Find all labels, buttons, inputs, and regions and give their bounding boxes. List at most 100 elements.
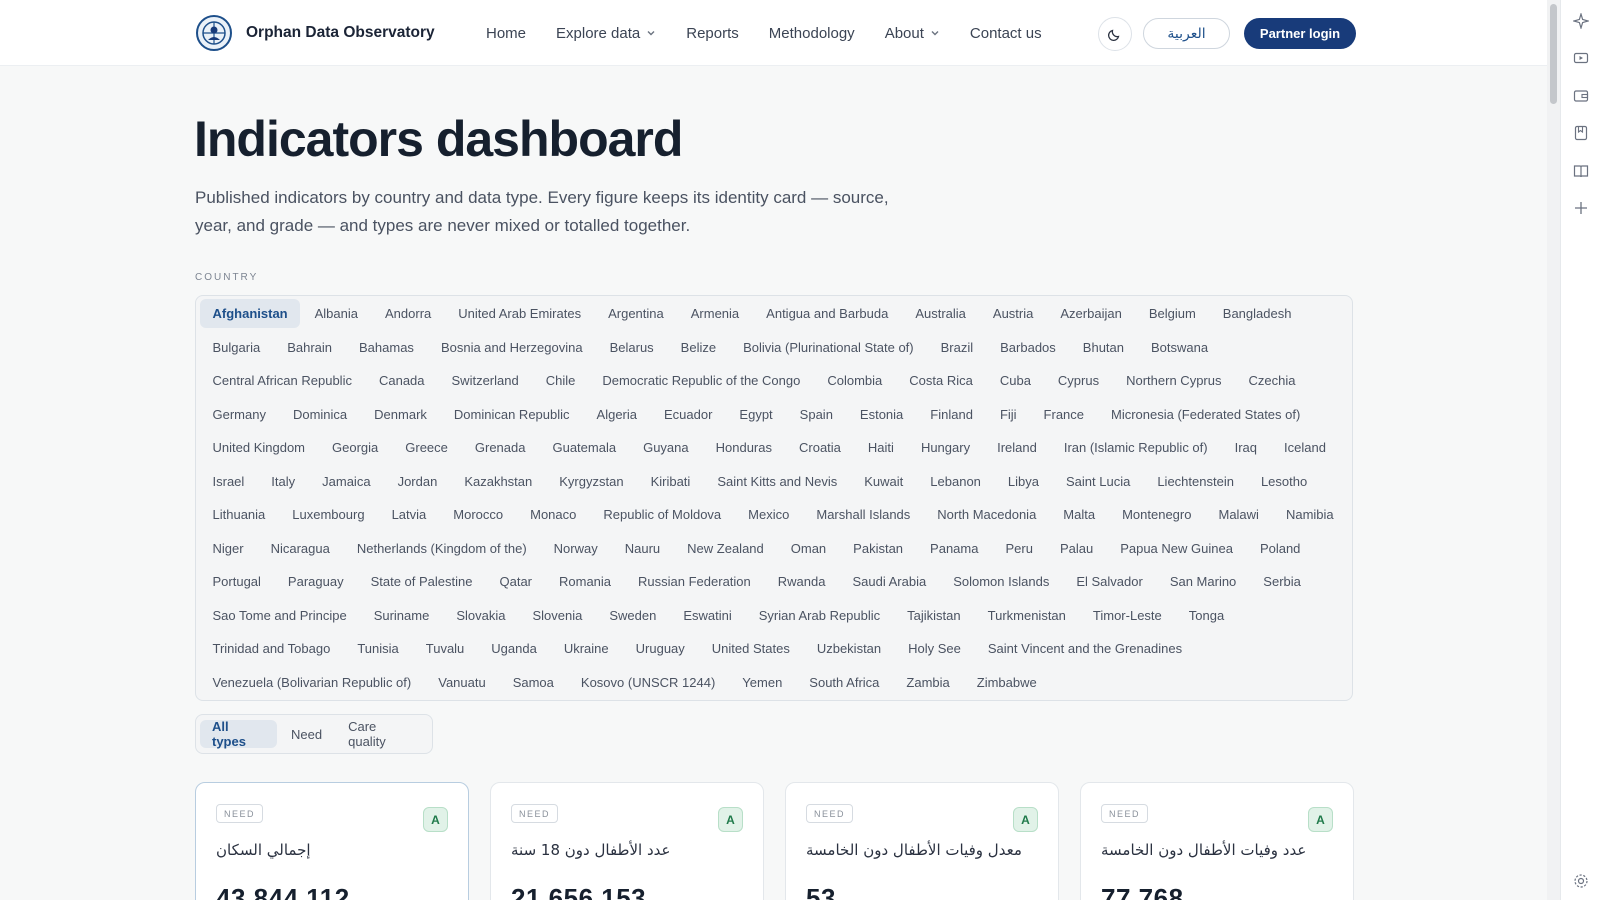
country-chip[interactable]: Panama <box>918 534 991 563</box>
country-chip[interactable]: Italy <box>259 467 308 496</box>
language-switch-button[interactable]: العربية <box>1143 18 1230 49</box>
country-chip[interactable]: Kazakhstan <box>452 467 545 496</box>
country-chip[interactable]: Bahrain <box>275 333 345 362</box>
country-chip[interactable]: Poland <box>1247 534 1312 563</box>
country-chip[interactable]: Belize <box>668 333 728 362</box>
country-chip[interactable]: Canada <box>366 366 437 395</box>
country-chip[interactable]: Yemen <box>730 668 795 697</box>
country-chip[interactable]: Zimbabwe <box>964 668 1049 697</box>
country-chip[interactable]: State of Palestine <box>358 567 485 596</box>
country-chip[interactable]: Finland <box>918 400 986 429</box>
country-chip[interactable]: Sweden <box>597 601 669 630</box>
country-chip[interactable]: Portugal <box>200 567 273 596</box>
theme-toggle-button[interactable] <box>1098 17 1132 51</box>
country-chip[interactable]: Saint Vincent and the Grenadines <box>975 634 1194 663</box>
partner-login-button[interactable]: Partner login <box>1244 18 1356 49</box>
country-chip[interactable]: Zambia <box>894 668 962 697</box>
country-chip[interactable]: Botswana <box>1139 333 1221 362</box>
country-chip[interactable]: Monaco <box>518 500 589 529</box>
country-chip[interactable]: Albania <box>302 299 370 328</box>
country-chip[interactable]: Kyrgyzstan <box>547 467 636 496</box>
country-chip[interactable]: Uganda <box>479 634 550 663</box>
country-chip[interactable]: Rwanda <box>765 567 838 596</box>
country-chip[interactable]: Lesotho <box>1248 467 1319 496</box>
country-chip[interactable]: Grenada <box>462 433 538 462</box>
country-chip[interactable]: Armenia <box>678 299 751 328</box>
wallet-icon[interactable] <box>1572 87 1590 105</box>
country-chip[interactable]: Iraq <box>1222 433 1269 462</box>
country-chip[interactable]: Belgium <box>1136 299 1208 328</box>
country-chip[interactable]: Dominica <box>280 400 359 429</box>
country-chip[interactable]: Malta <box>1051 500 1108 529</box>
country-chip[interactable]: Belarus <box>597 333 666 362</box>
country-chip[interactable]: Venezuela (Bolivarian Republic of) <box>200 668 424 697</box>
country-chip[interactable]: Israel <box>200 467 257 496</box>
country-chip[interactable]: Egypt <box>727 400 785 429</box>
country-chip[interactable]: Serbia <box>1251 567 1314 596</box>
country-chip[interactable]: Barbados <box>988 333 1069 362</box>
country-chip[interactable]: Bhutan <box>1070 333 1136 362</box>
scrollbar-thumb[interactable] <box>1550 4 1557 104</box>
country-chip[interactable]: Cuba <box>987 366 1043 395</box>
type-chip[interactable]: Care quality <box>336 719 428 749</box>
country-chip[interactable]: Bolivia (Plurinational State of) <box>731 333 927 362</box>
page-scrollbar[interactable] <box>1547 0 1560 900</box>
book-icon[interactable] <box>1572 162 1590 180</box>
nav-explore-data[interactable]: Explore data <box>556 25 656 42</box>
country-chip[interactable]: Kuwait <box>852 467 916 496</box>
country-chip[interactable]: Saudi Arabia <box>840 567 939 596</box>
sparkle-icon[interactable] <box>1572 12 1590 30</box>
country-chip[interactable]: San Marino <box>1157 567 1248 596</box>
country-chip[interactable]: Papua New Guinea <box>1108 534 1246 563</box>
country-chip[interactable]: Czechia <box>1236 366 1308 395</box>
indicator-card[interactable]: NEED A عدد وفيات الأطفال دون الخامسة 77,768 <box>1080 782 1354 900</box>
nav-contact-us[interactable]: Contact us <box>970 25 1042 42</box>
country-chip[interactable]: Algeria <box>584 400 649 429</box>
country-chip[interactable]: Antigua and Barbuda <box>754 299 901 328</box>
country-chip[interactable]: Haiti <box>855 433 906 462</box>
country-chip[interactable]: Suriname <box>361 601 442 630</box>
country-chip[interactable]: Nauru <box>612 534 672 563</box>
indicator-card[interactable]: NEED A عدد الأطفال دون 18 سنة 21,656,153 <box>490 782 764 900</box>
country-chip[interactable]: Turkmenistan <box>975 601 1078 630</box>
country-chip[interactable]: Denmark <box>362 400 440 429</box>
country-chip[interactable]: Estonia <box>847 400 915 429</box>
country-chip[interactable]: Liechtenstein <box>1145 467 1247 496</box>
country-chip[interactable]: Trinidad and Tobago <box>200 634 343 663</box>
country-chip[interactable]: Niger <box>200 534 256 563</box>
country-chip[interactable]: Pakistan <box>841 534 916 563</box>
nav-home[interactable]: Home <box>486 25 526 42</box>
gear-icon[interactable] <box>1572 872 1590 890</box>
nav-methodology[interactable]: Methodology <box>769 25 855 42</box>
country-chip[interactable]: Greece <box>393 433 461 462</box>
country-chip[interactable]: United States <box>699 634 802 663</box>
country-chip[interactable]: Palau <box>1047 534 1105 563</box>
country-chip[interactable]: Spain <box>787 400 845 429</box>
country-chip[interactable]: Ireland <box>985 433 1050 462</box>
plus-icon[interactable] <box>1572 199 1590 217</box>
country-chip[interactable]: Central African Republic <box>200 366 364 395</box>
country-chip[interactable]: Solomon Islands <box>941 567 1062 596</box>
bookmark-icon[interactable] <box>1572 124 1590 142</box>
country-chip[interactable]: Brazil <box>928 333 986 362</box>
country-chip[interactable]: Syrian Arab Republic <box>746 601 892 630</box>
country-chip[interactable]: Slovenia <box>520 601 595 630</box>
country-chip[interactable]: Kiribati <box>638 467 703 496</box>
country-chip[interactable]: Austria <box>980 299 1045 328</box>
country-chip[interactable]: Netherlands (Kingdom of the) <box>344 534 539 563</box>
country-chip[interactable]: Uruguay <box>623 634 697 663</box>
country-chip[interactable]: Libya <box>995 467 1051 496</box>
country-chip[interactable]: Republic of Moldova <box>591 500 734 529</box>
country-chip[interactable]: Costa Rica <box>897 366 986 395</box>
country-chip[interactable]: Switzerland <box>439 366 531 395</box>
country-chip[interactable]: Guyana <box>631 433 702 462</box>
country-chip[interactable]: Saint Kitts and Nevis <box>705 467 850 496</box>
country-chip[interactable]: Ukraine <box>551 634 621 663</box>
indicator-card[interactable]: NEED A معدل وفيات الأطفال دون الخامسة 53 <box>785 782 1059 900</box>
country-chip[interactable]: Afghanistan <box>200 299 301 328</box>
country-chip[interactable]: Mexico <box>736 500 802 529</box>
country-chip[interactable]: Tonga <box>1176 601 1236 630</box>
country-chip[interactable]: Georgia <box>320 433 391 462</box>
country-chip[interactable]: Norway <box>541 534 610 563</box>
country-chip[interactable]: Romania <box>547 567 624 596</box>
